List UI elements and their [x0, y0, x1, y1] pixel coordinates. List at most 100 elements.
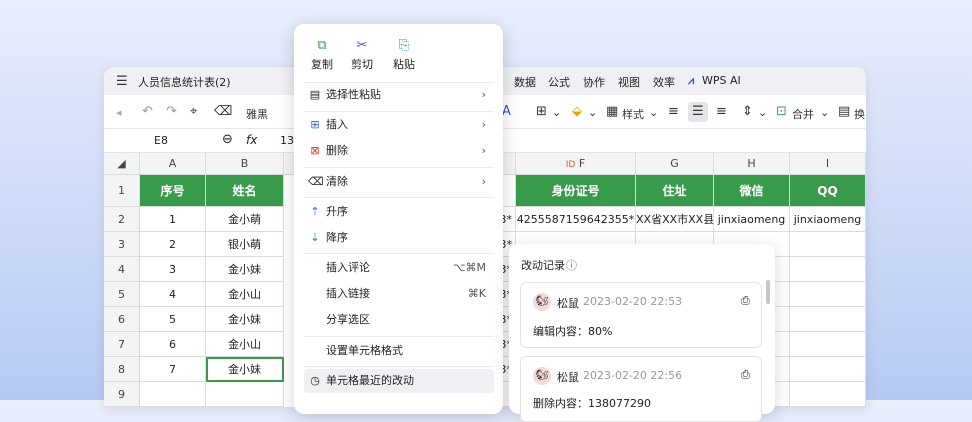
undo-icon[interactable]: ↶ [142, 104, 153, 119]
row-header[interactable]: 7 [104, 332, 140, 357]
table-cell[interactable]: 4 [140, 282, 206, 307]
menu-wps-ai[interactable]: WPS AI [702, 74, 741, 87]
table-style-icon[interactable]: ▦ [606, 104, 618, 119]
table-cell[interactable]: 金小妹 [206, 257, 284, 282]
fill-color-icon[interactable]: ⬙ [572, 104, 582, 119]
insert-link-item[interactable]: 插入链接 ⌘K [304, 282, 494, 306]
header-cell[interactable]: 微信 [714, 175, 790, 207]
delete-item[interactable]: ⊠ 删除 › [304, 139, 494, 163]
col-header-a[interactable]: A [140, 153, 206, 175]
chevron-down-icon[interactable]: ⌄ [552, 106, 561, 119]
cell-reference[interactable]: E8 [154, 134, 168, 147]
table-cell[interactable] [790, 332, 866, 357]
help-icon[interactable]: ⓘ [566, 257, 577, 273]
menu-formula[interactable]: 公式 [548, 74, 570, 90]
font-color-icon[interactable]: A [502, 104, 511, 119]
table-cell[interactable]: 4255587159642355* [516, 207, 636, 232]
format-painter-icon[interactable]: ⌖ [190, 104, 197, 119]
row-header[interactable]: 8 [104, 357, 140, 382]
menu-efficiency[interactable]: 效率 [653, 74, 675, 90]
view-record-icon[interactable]: ⎙ [741, 294, 750, 308]
row-header[interactable]: 4 [104, 257, 140, 282]
cut-button[interactable]: ✂ 剪切 [342, 38, 382, 72]
table-cell[interactable]: 金小萌 [206, 207, 284, 232]
table-cell[interactable]: 3 [140, 257, 206, 282]
scrollbar[interactable] [766, 280, 770, 304]
font-select[interactable]: 雅黑 [246, 106, 268, 122]
copy-button[interactable]: ⧉ 复制 [302, 38, 342, 72]
recent-changes-item[interactable]: ◷ 单元格最近的改动 [304, 369, 494, 393]
table-cell[interactable]: 2 [140, 232, 206, 257]
col-header-i[interactable]: I [790, 153, 866, 175]
wrap-button[interactable]: 换 [854, 106, 865, 122]
table-cell[interactable]: 1 [140, 207, 206, 232]
align-left-icon[interactable]: ≡ [668, 104, 679, 119]
header-cell[interactable]: 姓名 [206, 175, 284, 207]
style-button[interactable]: 样式 [622, 106, 644, 122]
table-cell[interactable] [790, 307, 866, 332]
paste-button[interactable]: ⎘ 粘贴 [384, 38, 424, 72]
row-header[interactable]: 9 [104, 382, 140, 407]
insert-comment-item[interactable]: 插入评论 ⌥⌘M [304, 256, 494, 280]
table-cell[interactable] [790, 382, 866, 407]
table-cell[interactable]: 金小山 [206, 332, 284, 357]
row-header[interactable]: 2 [104, 207, 140, 232]
wrap-icon[interactable]: ▤ [838, 104, 850, 119]
table-cell[interactable] [790, 357, 866, 382]
col-header-g[interactable]: G [636, 153, 714, 175]
sort-asc-item[interactable]: ⇡ 升序 [304, 200, 494, 224]
corner-cell[interactable]: ◢ [104, 153, 140, 175]
paste-special-item[interactable]: ▤ 选择性粘贴 › [304, 83, 494, 107]
table-cell[interactable]: 6 [140, 332, 206, 357]
table-cell[interactable]: 金小妹 [206, 357, 284, 382]
menu-collab[interactable]: 协作 [583, 74, 605, 90]
table-cell[interactable]: 金小山 [206, 282, 284, 307]
menu-icon[interactable]: ☰ [116, 74, 128, 89]
merge-button[interactable]: 合并 [792, 106, 814, 122]
chevron-down-icon[interactable]: ⌄ [820, 106, 829, 119]
row-header[interactable]: 3 [104, 232, 140, 257]
table-cell[interactable]: jinxiaomeng [714, 207, 790, 232]
header-cell[interactable]: QQ [790, 175, 866, 207]
chevron-down-icon[interactable]: ⌄ [588, 106, 597, 119]
table-cell[interactable]: 金小妹 [206, 307, 284, 332]
zoom-icon[interactable]: ⊖ [222, 132, 233, 147]
col-header-f[interactable]: ID F [516, 153, 636, 175]
eraser-icon[interactable]: ⌫ [214, 104, 232, 119]
vertical-align-icon[interactable]: ⇕ [742, 104, 753, 119]
header-cell[interactable]: 身份证号 [516, 175, 636, 207]
table-cell[interactable]: XX省XX市XX县 [636, 207, 714, 232]
header-cell[interactable]: 序号 [140, 175, 206, 207]
clear-item[interactable]: ⌫ 清除 › [304, 170, 494, 194]
header-cell[interactable]: 住址 [636, 175, 714, 207]
table-cell[interactable] [140, 382, 206, 407]
table-cell[interactable] [790, 257, 866, 282]
col-header-h[interactable]: H [714, 153, 790, 175]
table-cell[interactable]: 银小萌 [206, 232, 284, 257]
row-header[interactable]: 1 [104, 175, 140, 207]
col-header-b[interactable]: B [206, 153, 284, 175]
align-right-icon[interactable]: ≡ [716, 104, 727, 119]
table-cell[interactable] [206, 382, 284, 407]
formula-input[interactable]: 13 [280, 134, 294, 147]
sort-desc-item[interactable]: ⇣ 降序 [304, 226, 494, 250]
table-cell[interactable]: 7 [140, 357, 206, 382]
back-icon[interactable]: ◂ [116, 106, 122, 119]
chevron-down-icon[interactable]: ⌄ [649, 106, 658, 119]
table-cell[interactable]: jinxiaomeng [790, 207, 866, 232]
insert-item[interactable]: ⊞ 插入 › [304, 113, 494, 137]
format-cells-item[interactable]: 设置单元格格式 [304, 339, 494, 363]
view-record-icon[interactable]: ⎙ [741, 368, 750, 382]
table-cell[interactable]: 5 [140, 307, 206, 332]
menu-view[interactable]: 视图 [618, 74, 640, 90]
chevron-down-icon[interactable]: ⌄ [758, 106, 767, 119]
row-header[interactable]: 5 [104, 282, 140, 307]
table-cell[interactable] [790, 232, 866, 257]
border-icon[interactable]: ⊞ [536, 104, 547, 119]
table-cell[interactable] [790, 282, 866, 307]
redo-icon[interactable]: ↷ [166, 104, 177, 119]
row-header[interactable]: 6 [104, 307, 140, 332]
menu-data[interactable]: 数据 [514, 74, 536, 90]
merge-icon[interactable]: ⊡ [776, 104, 787, 119]
share-selection-item[interactable]: 分享选区 [304, 308, 494, 332]
